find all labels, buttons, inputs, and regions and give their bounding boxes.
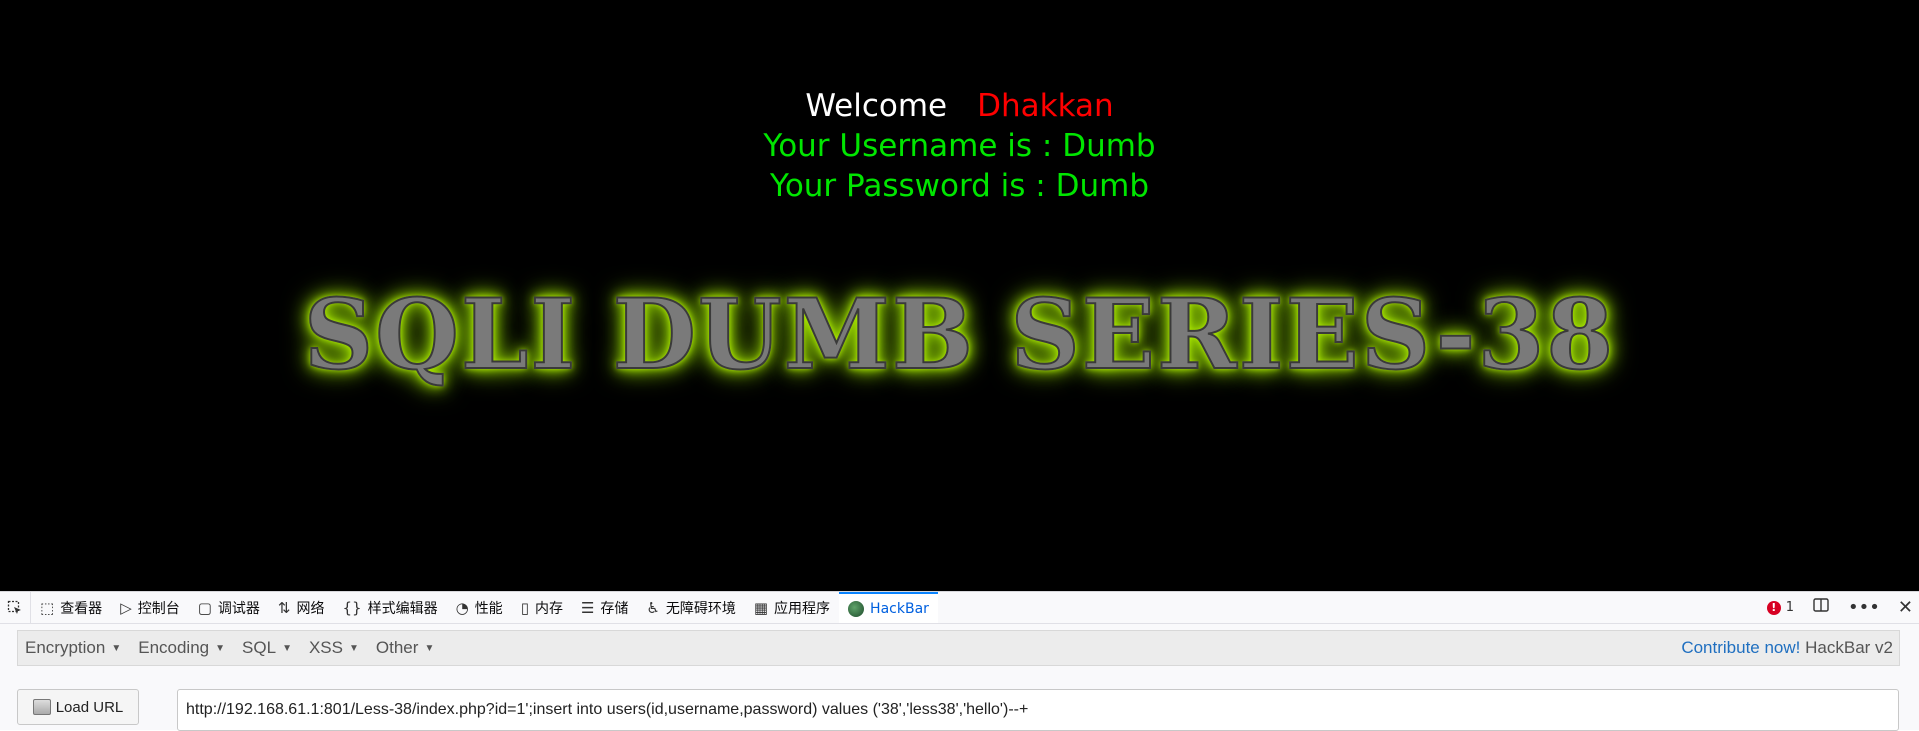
console-icon: ▷ <box>120 598 132 617</box>
tab-inspector[interactable]: ⬚ 查看器 <box>31 592 111 623</box>
more-options-icon[interactable]: ••• <box>1848 597 1880 618</box>
menu-label: Encoding <box>138 638 210 657</box>
hackbar-version: HackBar v2 <box>1805 638 1893 657</box>
menu-xss[interactable]: XSS ▼ <box>302 638 369 658</box>
tab-label: 应用程序 <box>774 600 831 617</box>
tab-label: 性能 <box>474 600 503 617</box>
inspector-icon: ⬚ <box>40 598 55 617</box>
application-icon: ▦ <box>753 598 769 617</box>
caret-down-icon: ▼ <box>424 642 435 654</box>
tab-label: 网络 <box>296 600 325 617</box>
web-page: Welcome Dhakkan Your Username is : Dumb Y… <box>0 0 1919 591</box>
caret-down-icon: ▼ <box>282 642 292 654</box>
menu-other[interactable]: Other ▼ <box>369 638 444 658</box>
tab-application[interactable]: ▦ 应用程序 <box>745 592 839 623</box>
error-icon: ! <box>1766 600 1781 615</box>
caret-down-icon: ▼ <box>111 642 122 654</box>
tab-label: 内存 <box>534 600 563 617</box>
network-icon: ⇅ <box>277 598 291 617</box>
tab-memory[interactable]: ▯ 内存 <box>512 592 572 623</box>
load-url-label: Load URL <box>55 698 124 716</box>
tab-hackbar-logo[interactable]: HackBar <box>839 592 938 623</box>
error-count: 1 <box>1785 600 1795 615</box>
accessibility-icon: ♿ <box>646 598 660 617</box>
hackbar-info: Contribute now! HackBar v2 <box>1681 638 1899 658</box>
style-editor-icon: {} <box>342 598 362 617</box>
tab-label: 查看器 <box>60 600 103 617</box>
menu-encryption[interactable]: Encryption ▼ <box>18 638 131 658</box>
menu-sql[interactable]: SQL ▼ <box>235 638 302 658</box>
tab-accessibility[interactable]: ♿ 无障碍环境 <box>637 592 744 623</box>
tab-network[interactable]: ⇅ 网络 <box>269 592 334 623</box>
element-picker-icon[interactable] <box>0 592 31 623</box>
menu-label: XSS <box>308 638 343 657</box>
load-url-button[interactable]: Load URL <box>17 689 139 725</box>
caret-down-icon: ▼ <box>215 642 226 654</box>
tab-performance[interactable]: ◔ 性能 <box>447 592 512 623</box>
welcome-label: Welcome <box>805 88 948 124</box>
hackbar-toolbar: Encryption ▼ Encoding ▼ SQL ▼ XSS ▼ Other ▼ Contr… <box>17 630 1900 666</box>
tab-console[interactable]: ▷ 控制台 <box>111 592 189 623</box>
banner-title-text: SQLI DUMB SERIES-38 <box>303 277 1616 392</box>
menu-label: SQL <box>242 638 277 657</box>
hackbar-logo-icon <box>848 600 865 617</box>
welcome-name: Dhakkan <box>977 88 1114 124</box>
debugger-icon: ▢ <box>197 598 212 617</box>
devtools-tabbar: ⬚ 查看器 ▷ 控制台 ▢ 调试器 ⇅ 网络 {} 样式编辑器 ◔ 性能 ▯ 内存 ☰ 存储 ♿ 无障碍环境 ▦ 应用… <box>0 592 1919 624</box>
contribute-link[interactable]: Contribute now! <box>1681 638 1800 657</box>
devtools-panel: ⬚ 查看器 ▷ 控制台 ▢ 调试器 ⇅ 网络 {} 样式编辑器 ◔ 性能 ▯ 内存 ☰ 存储 ♿ 无障碍环境 ▦ 应用… <box>0 591 1919 731</box>
devtools-right-controls: ! 1 ••• ✕ <box>1766 592 1919 623</box>
welcome-line: Welcome Dhakkan <box>0 86 1919 126</box>
tab-style-editor[interactable]: {} 样式编辑器 <box>334 592 447 623</box>
welcome-block: Welcome Dhakkan Your Username is : Dumb Y… <box>0 86 1919 206</box>
error-badge[interactable]: ! 1 <box>1766 600 1795 615</box>
menu-encoding[interactable]: Encoding ▼ <box>131 638 235 658</box>
password-line: Your Password is : Dumb <box>770 168 1149 204</box>
caret-down-icon: ▼ <box>349 642 359 654</box>
tab-storage[interactable]: ☰ 存储 <box>572 592 637 623</box>
tab-label: 样式编辑器 <box>367 600 438 617</box>
username-line: Your Username is : Dumb <box>763 128 1156 164</box>
hackbar-menu-list: Encryption ▼ Encoding ▼ SQL ▼ XSS ▼ Other ▼ <box>18 638 444 658</box>
menu-label: Other <box>375 638 419 657</box>
menu-label: Encryption <box>25 638 106 657</box>
tab-label: 无障碍环境 <box>665 600 736 617</box>
performance-icon: ◔ <box>455 598 469 617</box>
tab-label: 控制台 <box>137 600 180 617</box>
storage-icon: ☰ <box>580 598 595 617</box>
url-input[interactable] <box>177 689 1899 731</box>
dock-side-icon[interactable] <box>1812 596 1830 619</box>
tab-label: 调试器 <box>217 600 260 617</box>
memory-icon: ▯ <box>520 598 529 617</box>
banner-title: SQLI DUMB SERIES-38 <box>0 277 1919 392</box>
load-url-icon <box>32 699 51 715</box>
tab-label: 存储 <box>600 600 629 617</box>
tab-label: HackBar <box>870 600 929 617</box>
tab-debugger[interactable]: ▢ 调试器 <box>189 592 269 623</box>
close-icon[interactable]: ✕ <box>1898 597 1913 618</box>
devtools-tab-list: ⬚ 查看器 ▷ 控制台 ▢ 调试器 ⇅ 网络 {} 样式编辑器 ◔ 性能 ▯ 内存 ☰ 存储 ♿ 无障碍环境 ▦ 应用… <box>31 592 938 623</box>
